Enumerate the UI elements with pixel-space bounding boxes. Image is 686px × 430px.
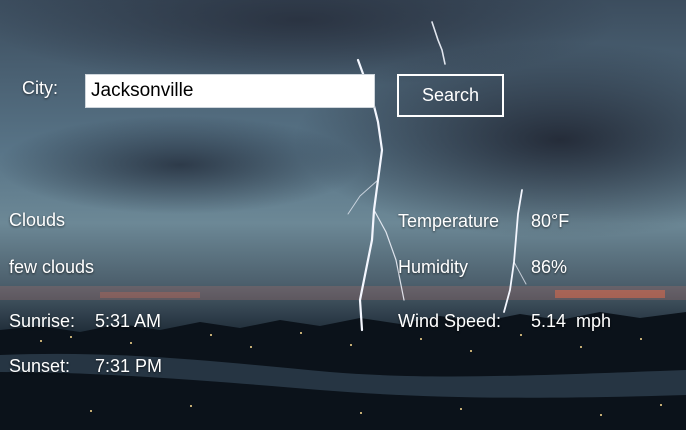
sunset-glow-left [100, 292, 200, 298]
sunrise-value: 5:31 AM [95, 311, 162, 331]
wind-speed-value: 5.14 mph [531, 311, 612, 331]
lightning-bolt-top [431, 21, 446, 65]
humidity-label: Humidity [398, 257, 469, 277]
sunset-value: 7:31 PM [95, 356, 163, 376]
humidity-value: 86% [531, 257, 568, 277]
sunrise-label: Sunrise: [9, 311, 76, 331]
weather-condition: Clouds [9, 210, 66, 230]
lightning-bolts [347, 21, 527, 332]
city-label: City: [22, 78, 58, 98]
lightning-branch-right [513, 261, 527, 285]
sunset-glow [555, 290, 665, 298]
wind-speed-label: Wind Speed: [398, 311, 502, 331]
city-input[interactable] [85, 74, 375, 108]
sunset-label: Sunset: [9, 356, 71, 376]
search-button[interactable]: Search [397, 74, 504, 117]
temperature-label: Temperature [398, 211, 500, 231]
weather-description: few clouds [9, 257, 95, 277]
temperature-value: 80°F [531, 211, 570, 231]
